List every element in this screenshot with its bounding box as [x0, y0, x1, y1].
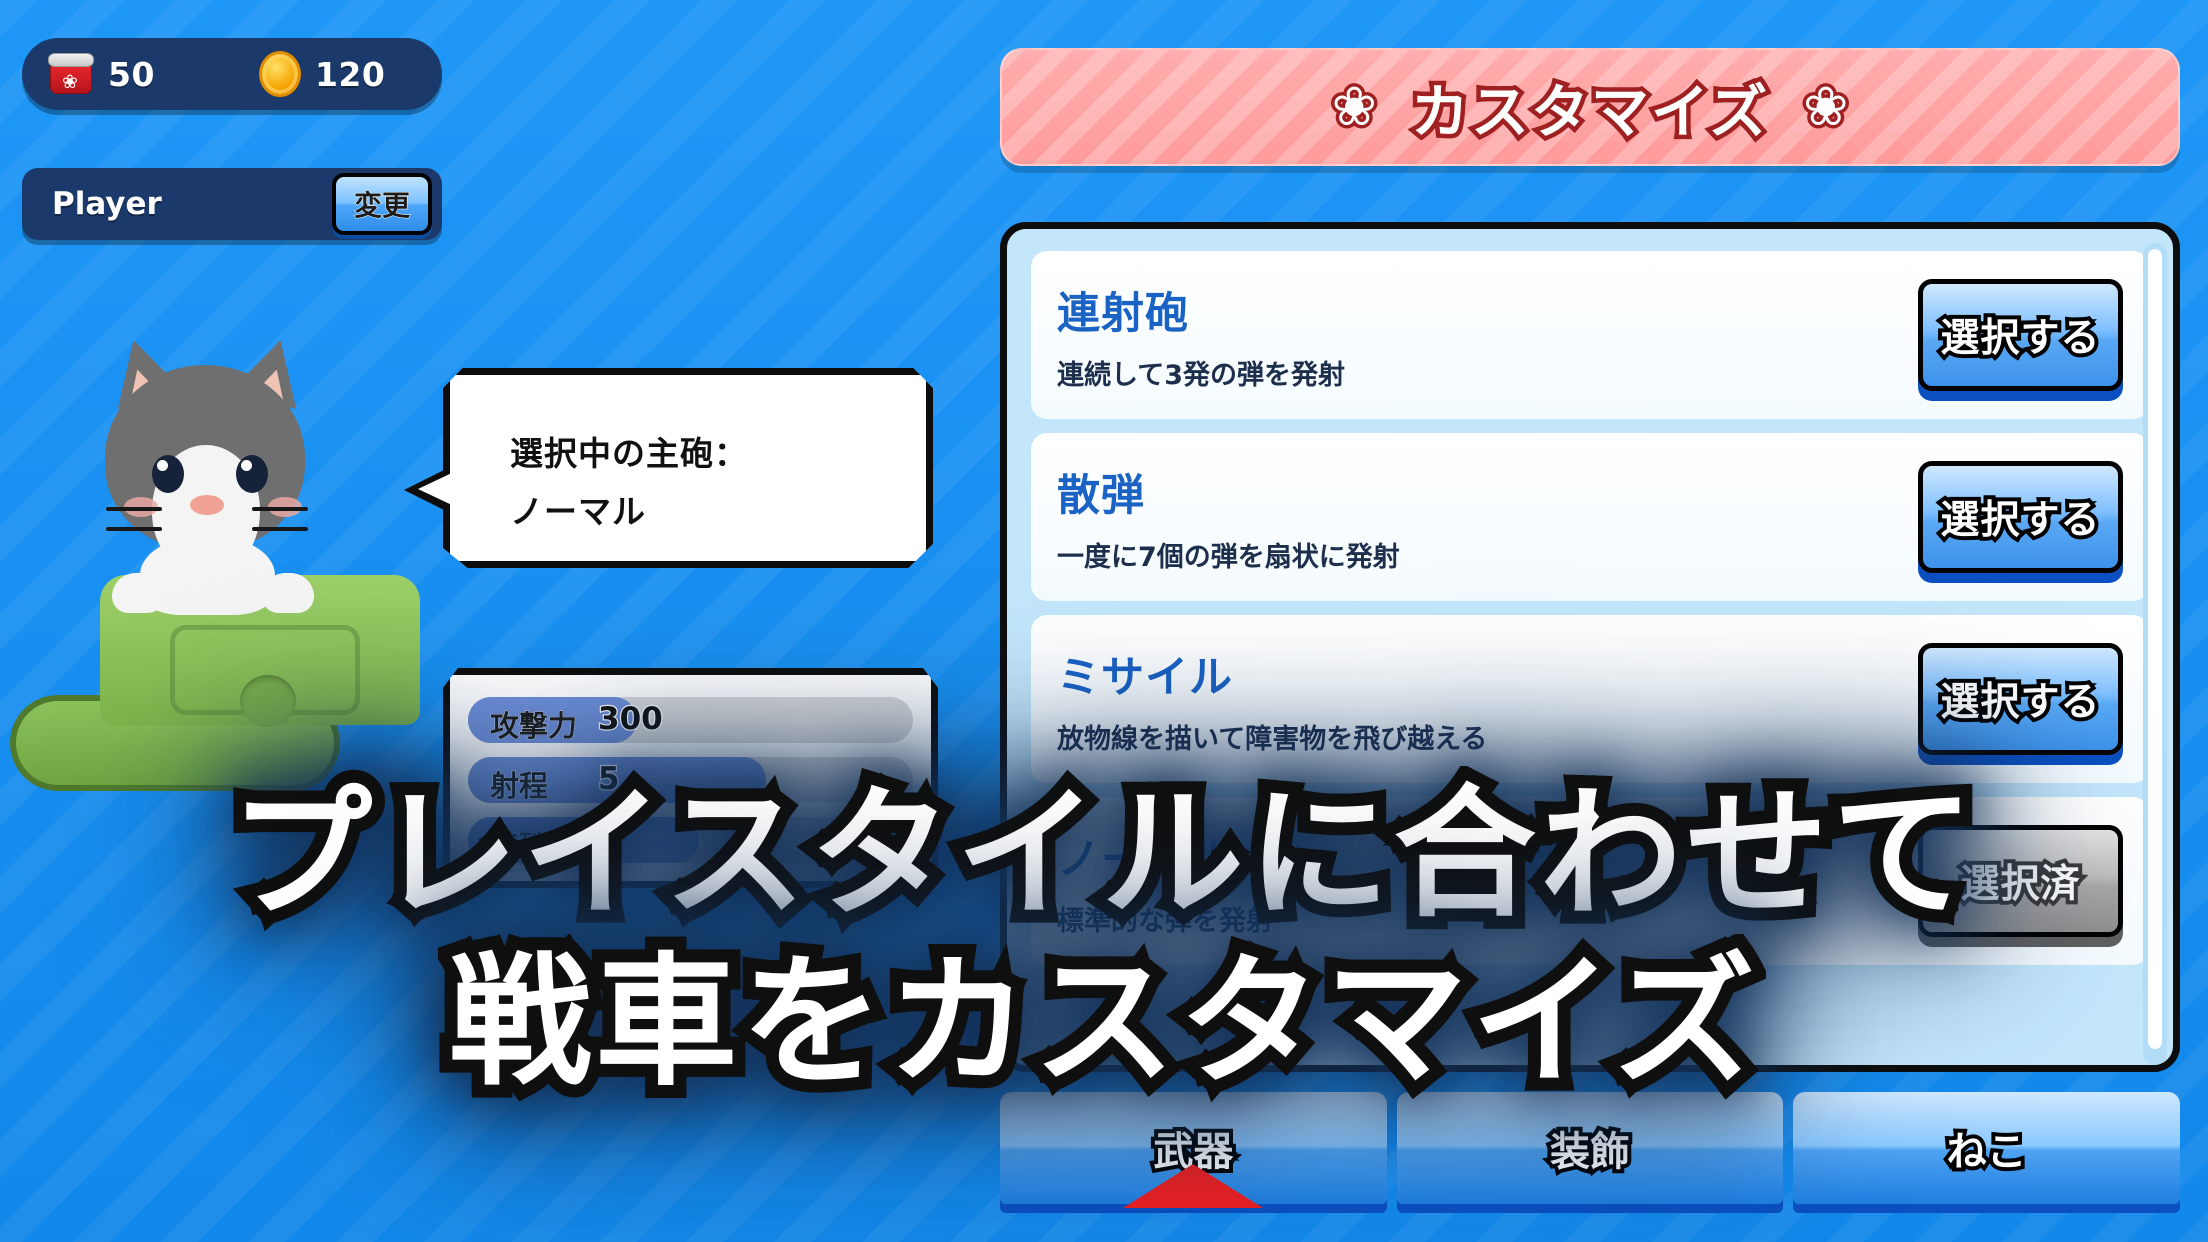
coin-icon: [258, 51, 301, 97]
stat-row: 攻撃力 300: [468, 697, 913, 743]
weapon-name: ノーマル: [1057, 834, 1233, 885]
cat-tank-character: [0, 330, 460, 825]
weapon-list-panel: 連射砲 連続して3発の弾を発射 選択する 散弾 一度に7個の弾を扇状に発射 選択…: [1000, 222, 2180, 1072]
cat-paw-left: [112, 573, 164, 613]
weapon-list-item[interactable]: ノーマル 標準的な弾を発射 選択済: [1031, 797, 2149, 965]
stat-row: 特殊数 1: [468, 817, 913, 863]
weapon-list-item[interactable]: 散弾 一度に7個の弾を扇状に発射 選択する: [1031, 433, 2149, 601]
select-weapon-button[interactable]: 選択する: [1918, 279, 2123, 391]
category-tab-bar: 武器 装飾 ねこ: [1000, 1092, 2181, 1204]
can-value: 50: [108, 54, 155, 94]
select-weapon-button-label: 選択する: [1936, 312, 2103, 365]
customize-header-banner: ❀ カスタマイズ ❀: [1000, 48, 2180, 166]
weapon-list-item[interactable]: 連射砲 連続して3発の弾を発射 選択する: [1031, 251, 2149, 419]
weapon-list-scrollbar-thumb[interactable]: [2148, 249, 2162, 1049]
coin-currency-group: 120: [258, 51, 386, 97]
tab-decoration[interactable]: 装飾: [1396, 1092, 1784, 1204]
weapon-name: 散弾: [1057, 470, 1145, 521]
stat-label: 射程: [490, 769, 549, 804]
cat-eye-left: [152, 455, 184, 493]
cat-paw-right: [262, 573, 314, 613]
stat-label: 特殊数: [490, 829, 578, 864]
change-name-button[interactable]: 変更: [332, 173, 432, 235]
speech-line-2: ノーマル: [510, 492, 646, 531]
selected-weapon-button-label: 選択済: [1956, 858, 2083, 911]
selected-weapon-button: 選択済: [1918, 825, 2123, 937]
speech-line-1: 選択中の主砲：: [510, 434, 748, 473]
cat-eye-right: [236, 455, 268, 493]
cat-whisker-1: [106, 507, 162, 511]
tab-cat-label: ねこ: [1943, 1125, 2031, 1179]
tab-weapons-label: 武器: [1149, 1125, 1237, 1179]
cat-whisker-4: [252, 527, 308, 531]
select-weapon-button[interactable]: 選択する: [1918, 643, 2123, 755]
tab-weapons[interactable]: 武器: [1000, 1092, 1387, 1204]
paw-print-icon-right: ❀: [1800, 75, 1852, 138]
cat-food-can-icon: ❀: [48, 53, 94, 95]
cat-whisker-2: [106, 527, 162, 531]
player-name-bar: Player 変更: [22, 168, 442, 240]
weapon-description: 標準的な弾を発射: [1057, 905, 1273, 937]
can-currency-group: ❀ 50: [48, 53, 155, 95]
speech-bubble-tail-inner: [418, 472, 454, 506]
player-name-label: Player: [52, 186, 162, 222]
stat-label: 攻撃力: [490, 709, 578, 744]
stat-value: 1: [597, 820, 621, 859]
stat-value: 300: [597, 700, 664, 739]
tank-stats-panel: 攻撃力 300 射程 5 特殊数 1: [443, 668, 938, 888]
change-name-button-label: 変更: [353, 189, 410, 223]
select-weapon-button[interactable]: 選択する: [1918, 461, 2123, 573]
weapon-list-scrollbar[interactable]: [2143, 243, 2167, 1065]
tab-decoration-label: 装飾: [1546, 1125, 1634, 1179]
select-weapon-button-label: 選択する: [1936, 494, 2103, 547]
cat-nose: [190, 495, 224, 515]
weapon-description: 連続して3発の弾を発射: [1057, 359, 1345, 391]
weapon-description: 一度に7個の弾を扇状に発射: [1057, 541, 1400, 573]
customize-title: カスタマイズ: [1406, 74, 1771, 151]
paw-print-icon-left: ❀: [1328, 75, 1380, 138]
select-weapon-button-label: 選択する: [1936, 676, 2103, 729]
tank-knob: [240, 675, 296, 727]
stat-value: 5: [597, 760, 621, 799]
weapon-name: 連射砲: [1057, 288, 1189, 339]
weapon-name: ミサイル: [1057, 652, 1233, 703]
tab-cat[interactable]: ねこ: [1793, 1092, 2181, 1204]
coin-value: 120: [314, 54, 386, 94]
currency-hud: ❀ 50 120: [22, 38, 442, 110]
stat-row: 射程 5: [468, 757, 913, 803]
weapon-list-item[interactable]: ミサイル 放物線を描いて障害物を飛び越える 選択する: [1031, 615, 2149, 783]
cat-whisker-3: [252, 507, 308, 511]
weapon-description: 放物線を描いて障害物を飛び越える: [1057, 723, 1488, 755]
speech-bubble: 選択中の主砲： ノーマル: [443, 368, 933, 568]
